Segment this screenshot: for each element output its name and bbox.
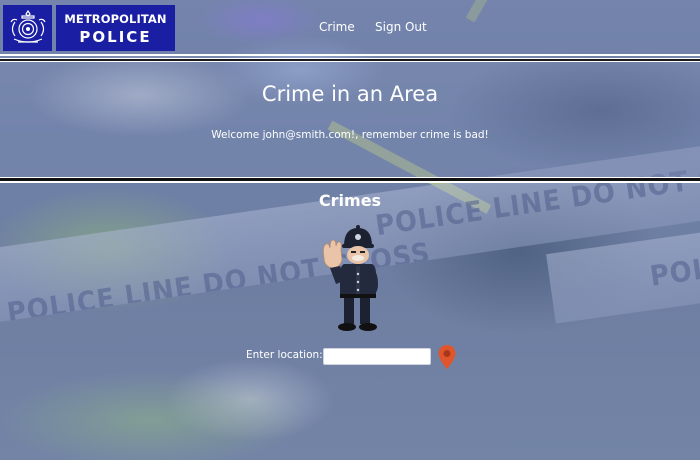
police-tape-text: POLICE xyxy=(647,245,700,293)
nav-crime-link[interactable]: Crime xyxy=(319,20,355,34)
hero-panel: Crime in an Area Welcome john@smith.com!… xyxy=(0,62,700,177)
met-police-crest-icon[interactable] xyxy=(3,5,52,51)
page-title: Crime in an Area xyxy=(261,82,439,106)
welcome-message: Welcome john@smith.com!, remember crime … xyxy=(211,129,489,141)
brand-line-2: POLICE xyxy=(79,28,152,46)
nav-sign-out-link[interactable]: Sign Out xyxy=(375,20,427,34)
hero-divider xyxy=(0,177,700,183)
met-police-logo[interactable]: METROPOLITAN POLICE xyxy=(56,5,175,51)
police-tape-right: POLICE xyxy=(546,226,700,324)
crimes-heading: Crimes xyxy=(318,191,382,210)
top-header: METROPOLITAN POLICE Crime Sign Out xyxy=(0,0,700,56)
map-pin-icon[interactable] xyxy=(437,344,457,370)
police-officer-illustration xyxy=(318,224,384,332)
location-search-row: Enter location: xyxy=(0,344,700,370)
location-label: Enter location: xyxy=(246,349,323,361)
map-pin-dot xyxy=(443,350,451,357)
brand-line-1: METROPOLITAN xyxy=(64,12,167,26)
location-input[interactable] xyxy=(323,348,431,365)
